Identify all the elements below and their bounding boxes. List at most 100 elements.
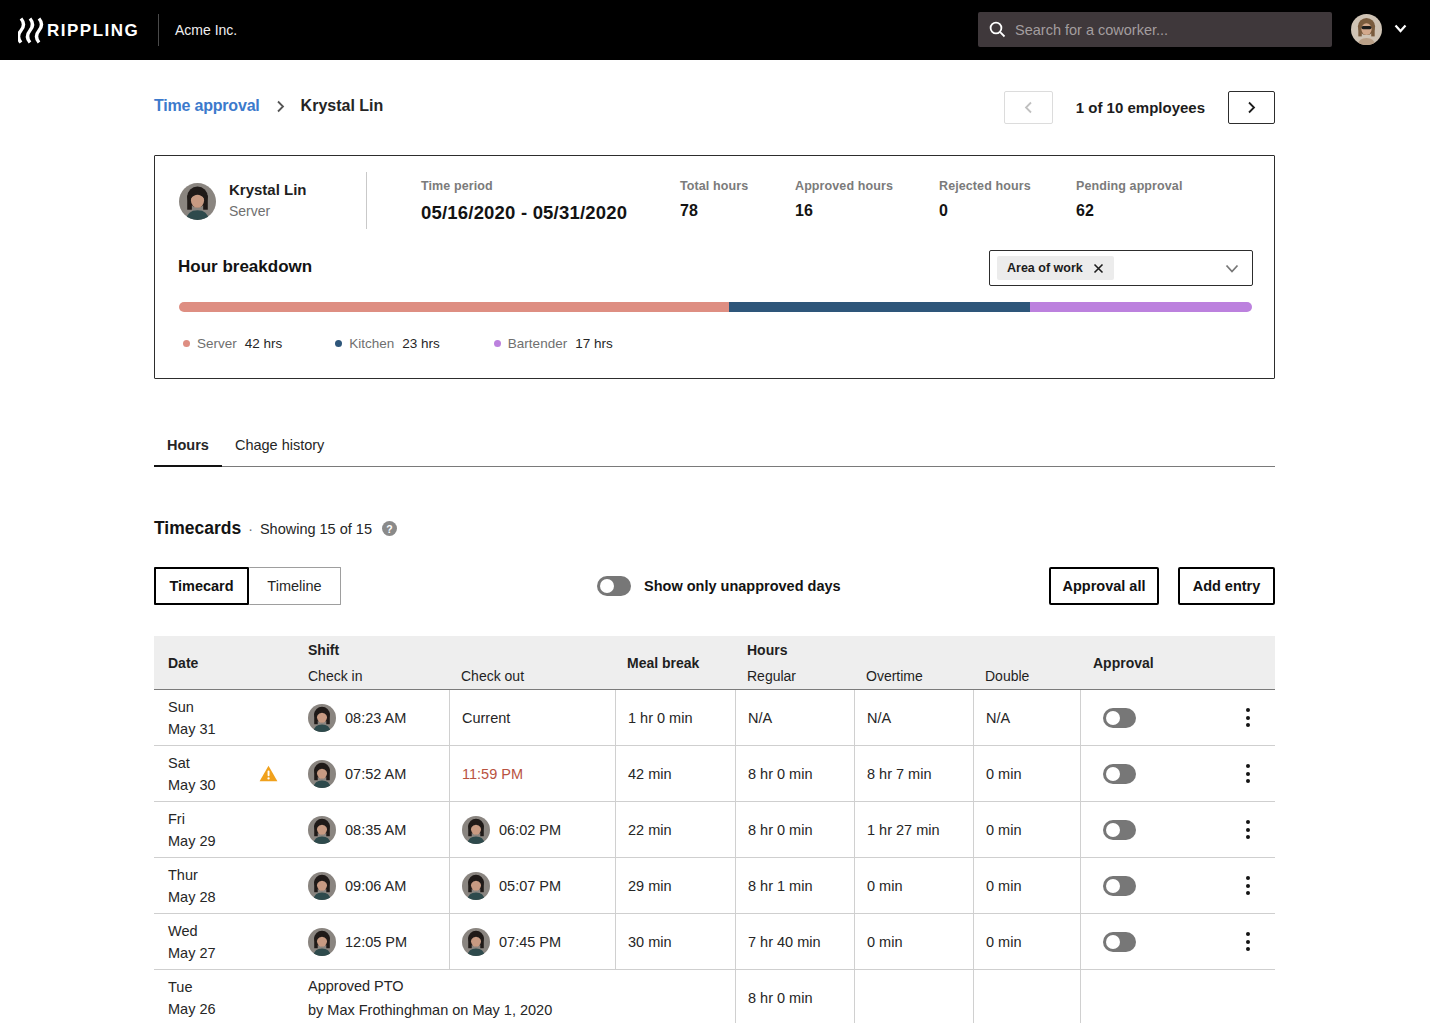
help-icon[interactable]: ? (382, 521, 397, 536)
checkin-time: 08:35 AM (345, 822, 406, 838)
cell-regular: 8 hr 0 min (735, 746, 854, 801)
area-of-work-chip: Area of work (997, 256, 1114, 280)
next-employee-button[interactable] (1228, 91, 1275, 124)
checkin-avatar (308, 872, 336, 900)
timecard-row-thur: ThurMay 28 09:06 AM 05:07 PM29 min8 hr 1… (154, 858, 1275, 914)
cell-approval (1080, 802, 1275, 857)
approval-all-button[interactable]: Approval all (1049, 567, 1159, 605)
cell-double: 0 min (973, 858, 1080, 913)
cell-regular: 7 hr 40 min (735, 914, 854, 969)
cell-checkout: Current (449, 690, 615, 745)
company-name: Acme Inc. (175, 22, 237, 38)
legend-dot (183, 340, 190, 347)
cell-approval (1080, 746, 1275, 801)
cell-checkin: 08:35 AM (306, 802, 449, 857)
rippling-logo-icon[interactable] (18, 17, 45, 44)
row-menu-icon[interactable] (1246, 930, 1250, 953)
toggle-knob (1106, 935, 1120, 949)
warning-icon (259, 765, 278, 782)
breadcrumb-row: Time approval Krystal Lin 1 of 10 employ… (154, 91, 1275, 124)
row-menu-icon[interactable] (1246, 762, 1250, 785)
view-switcher: TimecardTimeline (154, 567, 341, 605)
col-header-double: . Double (973, 636, 1080, 689)
stat-label: Approved hours (795, 179, 893, 193)
cell-overtime: 0 min (854, 914, 973, 969)
date-text: FriMay 29 (168, 808, 216, 852)
stat-value: 05/16/2020 - 05/31/2020 (421, 202, 627, 224)
breadcrumb-link-time-approval[interactable]: Time approval (154, 97, 260, 115)
timecards-heading: Timecards · Showing 15 of 15 ? (154, 518, 397, 539)
date-text: ThurMay 28 (168, 864, 216, 908)
timecards-controls: TimecardTimeline Show only unapproved da… (154, 567, 1275, 605)
prev-employee-button[interactable] (1004, 91, 1053, 124)
cell-date: ThurMay 28 (154, 858, 306, 913)
cell-checkout: 07:45 PM (449, 914, 615, 969)
legend-value: 23 hrs (402, 336, 440, 351)
col-header-date: Date (154, 636, 306, 689)
legend-item-kitchen: Kitchen 23 hrs (335, 336, 440, 351)
timecard-row-fri: FriMay 29 08:35 AM 06:02 PM22 min8 hr 0 … (154, 802, 1275, 858)
cell-date: TueMay 26 (154, 970, 306, 1023)
approval-toggle[interactable] (1103, 764, 1136, 784)
brand-name[interactable]: RIPPLING (47, 21, 139, 41)
view-option-timecard[interactable]: Timecard (154, 567, 249, 605)
col-header-overtime: . Overtime (854, 636, 973, 689)
stat-period: Time period 05/16/2020 - 05/31/2020 (421, 179, 627, 224)
page: RIPPLING Acme Inc. Search for a coworker… (0, 0, 1430, 1023)
date-text: TueMay 26 (168, 976, 216, 1020)
approval-toggle[interactable] (1103, 932, 1136, 952)
checkin-avatar (308, 704, 336, 732)
tab-hours[interactable]: Hours (154, 435, 222, 467)
unapproved-toggle-label: Show only unapproved days (644, 578, 841, 594)
user-avatar[interactable] (1351, 14, 1382, 45)
area-of-work-dropdown[interactable]: Area of work (989, 250, 1253, 286)
timecard-row-wed: WedMay 27 12:05 PM 07:45 PM30 min7 hr 40… (154, 914, 1275, 970)
topbar: RIPPLING Acme Inc. Search for a coworker… (0, 0, 1430, 60)
stat-label: Time period (421, 179, 627, 193)
cell-date: SunMay 31 (154, 690, 306, 745)
timecard-row-tue: TueMay 26 Approved PTOby Max Frothinghman… (154, 970, 1275, 1023)
toggle-knob (1106, 767, 1120, 781)
remove-filter-icon[interactable] (1093, 263, 1104, 274)
pto-status: Approved PTO (308, 974, 735, 998)
row-menu-icon[interactable] (1246, 818, 1250, 841)
approval-toggle[interactable] (1103, 708, 1136, 728)
cell-date: FriMay 29 (154, 802, 306, 857)
approval-toggle[interactable] (1103, 820, 1136, 840)
tab-bar: HoursChage history (154, 435, 1275, 467)
cell-double: 0 min (973, 746, 1080, 801)
timecards-separator: · (248, 521, 253, 537)
col-header-approval: Approval (1080, 636, 1275, 689)
legend-item-server: Server42 hrs (183, 336, 282, 351)
hour-breakdown-title: Hour breakdown (178, 257, 312, 277)
stat-label: Pending approval (1076, 179, 1182, 193)
hour-breakdown-legend: Server42 hrsKitchen23 hrsBartender17 hrs (183, 336, 613, 351)
cell-checkin: 07:52 AM (306, 746, 449, 801)
unapproved-toggle[interactable] (597, 576, 631, 596)
row-menu-icon[interactable] (1246, 706, 1250, 729)
breadcrumb: Time approval Krystal Lin (154, 97, 383, 115)
add-entry-button[interactable]: Add entry (1178, 567, 1275, 605)
checkout-avatar (462, 928, 490, 956)
cell-overtime: 1 hr 27 min (854, 802, 973, 857)
legend-name: Kitchen (349, 336, 394, 351)
cell-regular: 8 hr 0 min (735, 802, 854, 857)
user-menu-chevron-icon[interactable] (1394, 24, 1407, 33)
pto-approver: by Max Frothinghman on May 1, 2020 (308, 998, 735, 1022)
approval-toggle[interactable] (1103, 876, 1136, 896)
col-header-hours-regular: Hours Regular (735, 636, 854, 689)
unapproved-filter: Show only unapproved days (597, 576, 841, 596)
cell-approval (1080, 690, 1275, 745)
search-input[interactable]: Search for a coworker... (978, 12, 1332, 47)
legend-value: 17 hrs (575, 336, 613, 351)
employee-role: Server (229, 203, 270, 219)
stat-value: 78 (680, 202, 748, 220)
stat-value: 16 (795, 202, 893, 220)
tab-chage-history[interactable]: Chage history (222, 435, 337, 467)
cell-checkout: 11:59 PM (449, 746, 615, 801)
cell-checkout: 05:07 PM (449, 858, 615, 913)
row-menu-icon[interactable] (1246, 874, 1250, 897)
view-option-timeline[interactable]: Timeline (249, 567, 341, 605)
cell-double (973, 970, 1080, 1023)
employee-avatar (179, 183, 216, 220)
